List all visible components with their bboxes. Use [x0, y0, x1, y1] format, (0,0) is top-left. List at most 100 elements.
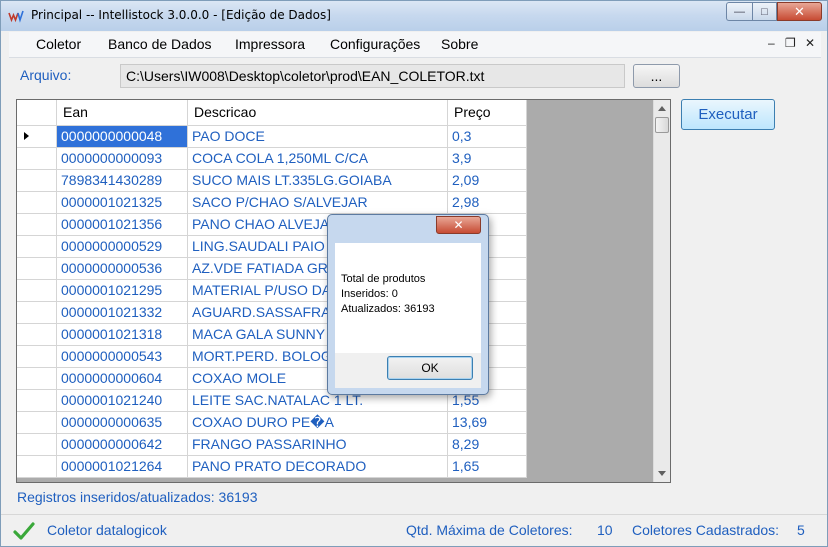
row-header[interactable] [17, 346, 57, 368]
cell-descricao[interactable]: SACO P/CHAO S/ALVEJAR [188, 192, 448, 214]
cell-descricao[interactable]: FRANGO PASSARINHO [188, 434, 448, 456]
maximize-icon: □ [761, 5, 768, 18]
cell-descricao[interactable]: PAO DOCE [188, 126, 448, 148]
max-coletores-value: 10 [597, 522, 613, 538]
row-header[interactable] [17, 170, 57, 192]
row-header[interactable] [17, 192, 57, 214]
execute-button[interactable]: Executar [681, 99, 775, 130]
grid-vertical-scrollbar[interactable] [653, 100, 670, 482]
menu-banco-de-dados[interactable]: Banco de Dados [108, 36, 212, 52]
column-header-preco[interactable]: Preço [448, 100, 527, 126]
cell-ean[interactable]: 0000000000048 [57, 126, 188, 148]
cell-ean[interactable]: 0000001021318 [57, 324, 188, 346]
menu-impressora[interactable]: Impressora [235, 36, 305, 52]
cell-descricao[interactable]: SUCO MAIS LT.335LG.GOIABA [188, 170, 448, 192]
close-button[interactable]: ✕ [777, 2, 822, 21]
current-row-icon [24, 132, 29, 140]
menu-sobre[interactable]: Sobre [441, 36, 478, 52]
table-row[interactable]: 7898341430289 SUCO MAIS LT.335LG.GOIABA 2,… [17, 170, 527, 192]
row-header[interactable] [17, 302, 57, 324]
cell-ean[interactable]: 0000001021356 [57, 214, 188, 236]
row-header[interactable] [17, 148, 57, 170]
cell-ean[interactable]: 0000000000093 [57, 148, 188, 170]
scroll-down-icon[interactable] [658, 471, 666, 476]
row-header-corner [17, 100, 57, 126]
scroll-thumb[interactable] [655, 117, 669, 133]
mdi-minimize-icon[interactable]: – [768, 36, 775, 50]
cell-ean[interactable]: 0000001021332 [57, 302, 188, 324]
column-header-descricao[interactable]: Descricao [188, 100, 448, 126]
browse-button[interactable]: ... [633, 64, 680, 88]
table-row[interactable]: 0000000000635 COXAO DURO PE�A 13,69 [17, 412, 527, 434]
menu-bar: Coletor Banco de Dados Impressora Config… [9, 32, 821, 58]
title-bar[interactable]: Principal -- Intellistock 3.0.0.0 - [Edi… [1, 1, 827, 31]
cell-ean[interactable]: 0000000000604 [57, 368, 188, 390]
grid-header: Ean Descricao Preço [17, 100, 527, 126]
row-header[interactable] [17, 236, 57, 258]
close-icon: ✕ [794, 3, 805, 19]
table-row[interactable]: 0000001021325 SACO P/CHAO S/ALVEJAR 2,98 [17, 192, 527, 214]
dialog-atualizados: Atualizados: 36193 [341, 303, 435, 315]
row-header[interactable] [17, 434, 57, 456]
cell-preco[interactable]: 1,65 [448, 456, 527, 478]
records-status-text: Registros inseridos/atualizados: 36193 [17, 489, 258, 505]
row-header[interactable] [17, 214, 57, 236]
max-coletores-label: Qtd. Máxima de Coletores: [406, 522, 573, 538]
status-bar: Coletor datalogicok Qtd. Máxima de Colet… [1, 514, 827, 546]
cell-descricao[interactable]: PANO PRATO DECORADO [188, 456, 448, 478]
row-header[interactable] [17, 126, 57, 148]
cell-ean[interactable]: 7898341430289 [57, 170, 188, 192]
cell-ean[interactable]: 0000001021264 [57, 456, 188, 478]
main-window: Principal -- Intellistock 3.0.0.0 - [Edi… [0, 0, 828, 547]
coletor-status: Coletor datalogicok [47, 522, 167, 538]
app-logo-icon [8, 10, 24, 23]
coletores-cadastrados-label: Coletores Cadastrados: [632, 522, 780, 538]
mdi-close-icon[interactable]: ✕ [805, 36, 815, 50]
cell-preco[interactable]: 2,98 [448, 192, 527, 214]
cell-ean[interactable]: 0000001021295 [57, 280, 188, 302]
cell-ean[interactable]: 0000000000642 [57, 434, 188, 456]
menu-coletor[interactable]: Coletor [36, 36, 81, 52]
table-row[interactable]: 0000000000642 FRANGO PASSARINHO 8,29 [17, 434, 527, 456]
menu-configuracoes[interactable]: Configurações [330, 36, 420, 52]
dialog-close-button[interactable]: ✕ [436, 216, 481, 234]
maximize-button[interactable]: □ [752, 2, 777, 21]
scroll-up-icon[interactable] [658, 106, 666, 111]
checkmark-icon [13, 522, 35, 540]
cell-preco[interactable]: 0,3 [448, 126, 527, 148]
close-icon: ✕ [453, 218, 464, 232]
minimize-button[interactable]: — [726, 2, 752, 21]
cell-preco[interactable]: 2,09 [448, 170, 527, 192]
row-header[interactable] [17, 324, 57, 346]
row-header[interactable] [17, 258, 57, 280]
cell-preco[interactable]: 3,9 [448, 148, 527, 170]
coletores-cadastrados-value: 5 [797, 522, 805, 538]
cell-descricao[interactable]: COCA COLA 1,250ML C/CA [188, 148, 448, 170]
dialog-inseridos: Inseridos: 0 [341, 288, 398, 300]
row-header[interactable] [17, 412, 57, 434]
cell-ean[interactable]: 0000000000543 [57, 346, 188, 368]
window-title: Principal -- Intellistock 3.0.0.0 - [Edi… [31, 8, 331, 22]
cell-ean[interactable]: 0000001021240 [57, 390, 188, 412]
mdi-restore-icon[interactable]: ❐ [785, 36, 796, 50]
cell-ean[interactable]: 0000000000536 [57, 258, 188, 280]
minimize-icon: — [734, 5, 745, 18]
row-header[interactable] [17, 368, 57, 390]
result-dialog: ✕ Total de produtos Inseridos: 0 Atualiz… [327, 214, 489, 395]
column-header-ean[interactable]: Ean [57, 100, 188, 126]
row-header[interactable] [17, 390, 57, 412]
cell-ean[interactable]: 0000000000635 [57, 412, 188, 434]
table-row[interactable]: 0000000000048 PAO DOCE 0,3 [17, 126, 527, 148]
cell-preco[interactable]: 13,69 [448, 412, 527, 434]
dialog-total-label: Total de produtos [341, 273, 426, 285]
table-row[interactable]: 0000000000093 COCA COLA 1,250ML C/CA 3,9 [17, 148, 527, 170]
cell-ean[interactable]: 0000000000529 [57, 236, 188, 258]
cell-preco[interactable]: 8,29 [448, 434, 527, 456]
cell-descricao[interactable]: COXAO DURO PE�A [188, 412, 448, 434]
row-header[interactable] [17, 280, 57, 302]
file-path-field[interactable]: C:\Users\IW008\Desktop\coletor\prod\EAN_… [120, 64, 625, 88]
ok-button[interactable]: OK [387, 356, 473, 380]
cell-ean[interactable]: 0000001021325 [57, 192, 188, 214]
table-row[interactable]: 0000001021264 PANO PRATO DECORADO 1,65 [17, 456, 527, 478]
row-header[interactable] [17, 456, 57, 478]
